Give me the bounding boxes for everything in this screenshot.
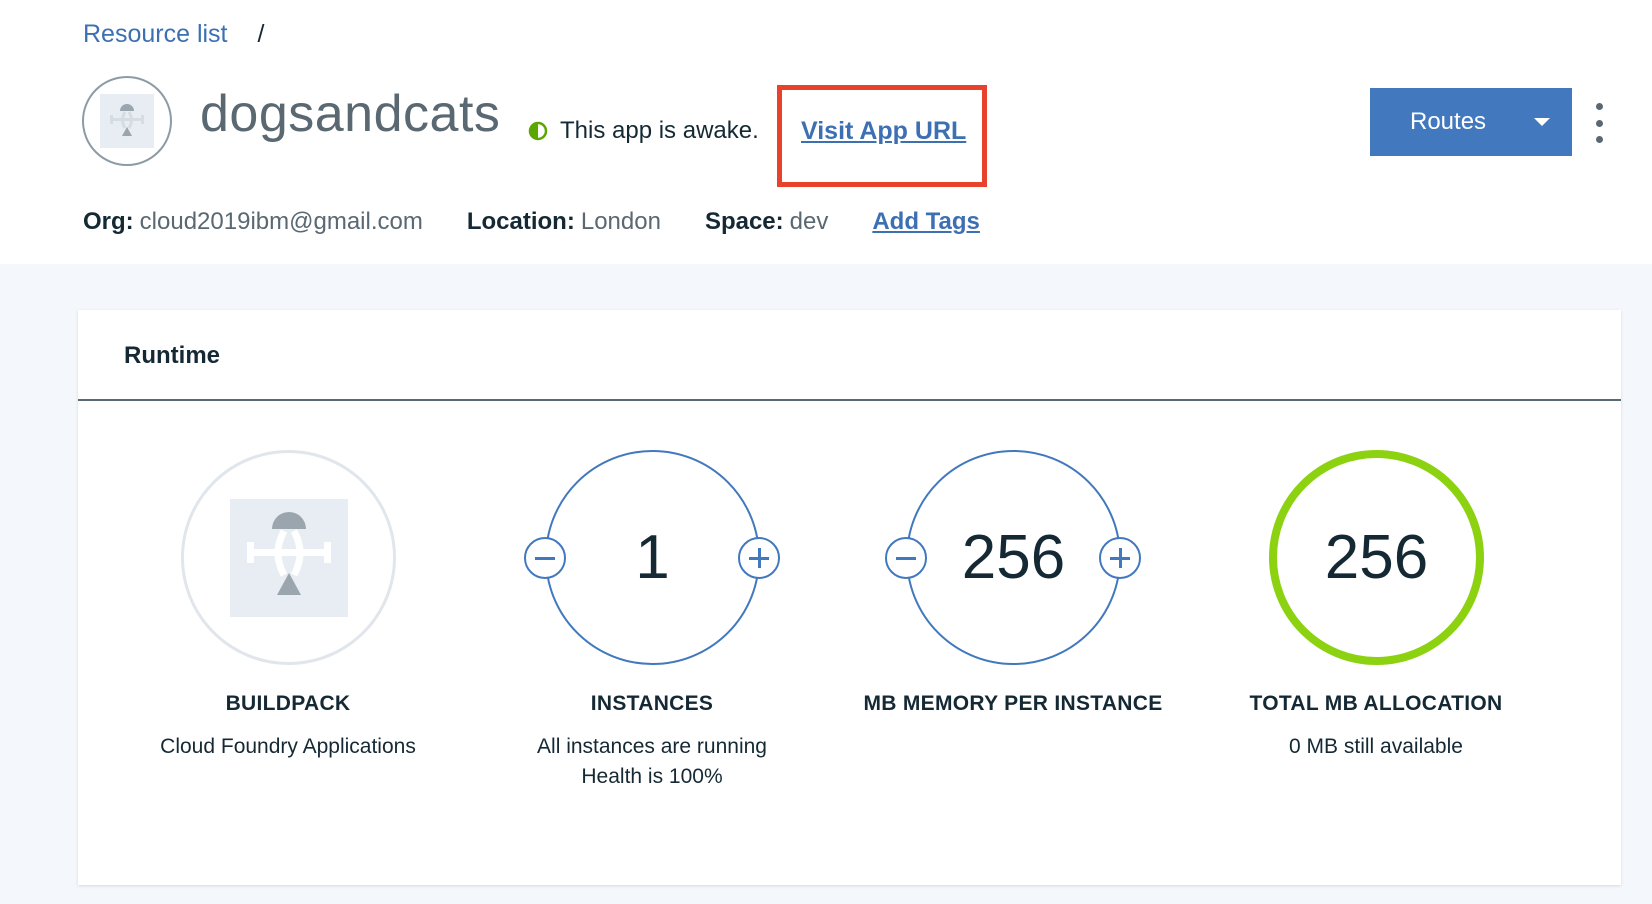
buildpack-metric: BUILDPACK Cloud Foundry Applications <box>118 450 458 762</box>
overflow-menu-icon[interactable] <box>1593 103 1605 143</box>
memory-title: MB MEMORY PER INSTANCE <box>863 692 1163 715</box>
buildpack-name: Cloud Foundry Applications <box>160 735 416 758</box>
total-allocation-title: TOTAL MB ALLOCATION <box>1249 692 1503 715</box>
location-value: London <box>580 208 661 235</box>
app-status-text: This app is awake. <box>560 117 759 144</box>
runtime-title: Runtime <box>124 342 220 369</box>
breadcrumb-separator: / <box>257 20 265 48</box>
org-value: cloud2019ibm@gmail.com <box>139 208 423 235</box>
memory-decrement-button[interactable] <box>885 537 927 579</box>
instances-value: 1 <box>635 522 670 592</box>
memory-increment-button[interactable] <box>1099 537 1141 579</box>
half-circle-status-icon <box>528 121 548 141</box>
runtime-divider <box>78 399 1621 401</box>
instances-status: All instances are running Health is 100% <box>482 732 822 792</box>
instances-metric: 1 INSTANCES All instances are running He… <box>482 450 822 792</box>
app-meta: Org: cloud2019ibm@gmail.com Location: Lo… <box>83 208 980 236</box>
app-status: This app is awake. <box>528 117 759 145</box>
breadcrumb: Resource list / <box>83 20 264 49</box>
total-allocation-available: 0 MB still available <box>1289 735 1463 758</box>
app-avatar <box>82 76 172 166</box>
space-value: dev <box>789 208 829 235</box>
routes-button[interactable]: Routes <box>1370 88 1572 156</box>
routes-button-label: Routes <box>1410 108 1487 135</box>
add-tags-link[interactable]: Add Tags <box>872 208 980 236</box>
visit-app-url-link[interactable]: Visit App URL <box>801 117 966 146</box>
breadcrumb-resource-list-link[interactable]: Resource list <box>83 20 228 49</box>
instances-increment-button[interactable] <box>738 537 780 579</box>
space-label: Space: <box>704 208 784 235</box>
minus-circle-icon <box>535 556 555 560</box>
caret-down-icon[interactable] <box>1534 118 1550 126</box>
minus-circle-icon <box>896 556 916 560</box>
buildpack-title: BUILDPACK <box>225 692 351 715</box>
memory-metric: 256 MB MEMORY PER INSTANCE <box>843 450 1183 716</box>
buildpack-circle <box>181 450 396 665</box>
space-info: Space: dev <box>705 208 828 236</box>
location-label: Location: <box>466 208 575 235</box>
instances-circle: 1 <box>545 450 760 665</box>
total-allocation-metric: 256 TOTAL MB ALLOCATION 0 MB still avail… <box>1206 450 1546 762</box>
runtime-card: Runtime BUILDPACK Cloud Foundry Applicat… <box>78 310 1621 885</box>
memory-value: 256 <box>961 522 1066 592</box>
instances-running-text: All instances are running <box>537 735 767 758</box>
memory-circle: 256 <box>906 450 1121 665</box>
org-label: Org: <box>83 208 134 235</box>
instances-health-text: Health is 100% <box>581 765 723 788</box>
org-info: Org: cloud2019ibm@gmail.com <box>83 208 423 236</box>
total-allocation-circle: 256 <box>1269 450 1484 665</box>
app-name: dogsandcats <box>200 85 501 143</box>
total-allocation-value: 256 <box>1324 522 1429 592</box>
instances-decrement-button[interactable] <box>524 537 566 579</box>
cloud-foundry-app-icon <box>229 498 348 617</box>
location-info: Location: London <box>467 208 661 236</box>
cloud-foundry-app-icon <box>100 94 154 148</box>
instances-title: INSTANCES <box>590 692 714 715</box>
